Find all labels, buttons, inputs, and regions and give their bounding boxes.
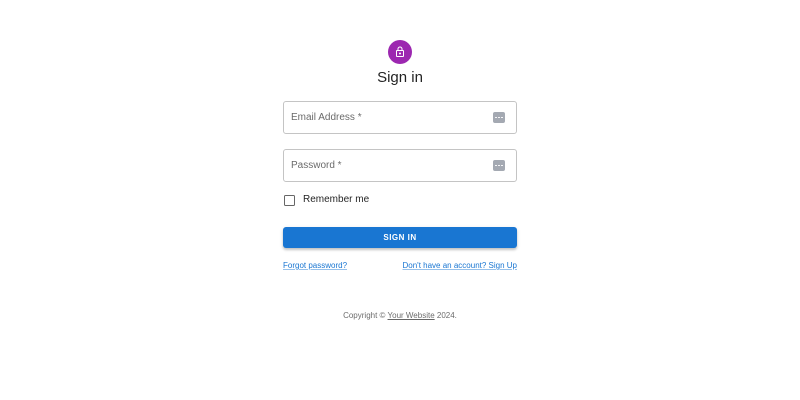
remember-me-control[interactable]: Remember me <box>283 192 369 208</box>
forgot-password-link[interactable]: Forgot password? <box>283 260 347 271</box>
email-input[interactable] <box>284 102 516 133</box>
remember-me-label[interactable]: Remember me <box>303 193 369 207</box>
password-manager-dots-icon[interactable] <box>493 112 505 123</box>
sign-up-link[interactable]: Don't have an account? Sign Up <box>403 260 518 271</box>
sign-in-page: Sign in Email Address * Password * Remem… <box>0 0 800 400</box>
email-field[interactable]: Email Address * <box>283 101 517 134</box>
copyright-prefix: Copyright © <box>343 311 388 320</box>
remember-me-checkbox[interactable] <box>284 194 295 206</box>
sign-in-button[interactable]: SIGN IN <box>283 227 517 248</box>
avatar <box>388 40 412 64</box>
password-input[interactable] <box>284 150 516 181</box>
password-field[interactable]: Password * <box>283 149 517 182</box>
website-link[interactable]: Your Website <box>388 311 435 320</box>
lock-outlined-icon <box>396 46 404 57</box>
password-manager-dots-icon[interactable] <box>493 160 505 171</box>
copyright-year: 2024. <box>434 311 457 320</box>
copyright-footer: Copyright © Your Website 2024. <box>250 310 550 321</box>
page-title: Sign in <box>377 69 423 86</box>
